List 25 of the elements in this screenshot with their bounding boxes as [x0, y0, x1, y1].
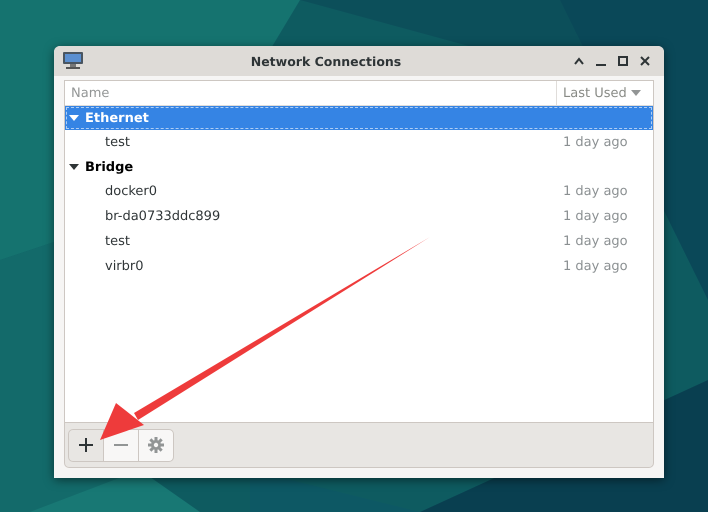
group-row[interactable]: Bridge	[65, 155, 653, 179]
connection-name[interactable]: test	[65, 135, 563, 150]
last-used-time: 1 day ago	[563, 135, 629, 150]
connection-name[interactable]: test	[65, 234, 563, 249]
chevron-up-icon	[574, 57, 584, 65]
add-button[interactable]	[68, 428, 104, 462]
connection-name[interactable]: br-da0733ddc899	[65, 209, 563, 224]
last-used-time: 1 day ago	[563, 234, 629, 249]
connection-name[interactable]: docker0	[65, 184, 563, 199]
expander-icon[interactable]	[69, 162, 79, 172]
connection-name[interactable]: virbr0	[65, 259, 563, 274]
last-used-time: 1 day ago	[563, 184, 629, 199]
window-title: Network Connections	[250, 54, 402, 68]
maximize-icon	[618, 56, 628, 66]
group-label: Ethernet	[85, 110, 149, 126]
last-used-time: 1 day ago	[563, 209, 629, 224]
group-label: Bridge	[85, 160, 134, 174]
gear-icon	[148, 437, 164, 453]
add-icon	[79, 438, 93, 452]
minimize-icon	[596, 64, 606, 66]
network-icon	[62, 51, 84, 71]
last-used-time: 1 day ago	[563, 259, 629, 274]
sort-icon	[630, 90, 641, 96]
close-icon	[640, 56, 650, 66]
group-row[interactable]: Ethernet	[65, 106, 653, 130]
